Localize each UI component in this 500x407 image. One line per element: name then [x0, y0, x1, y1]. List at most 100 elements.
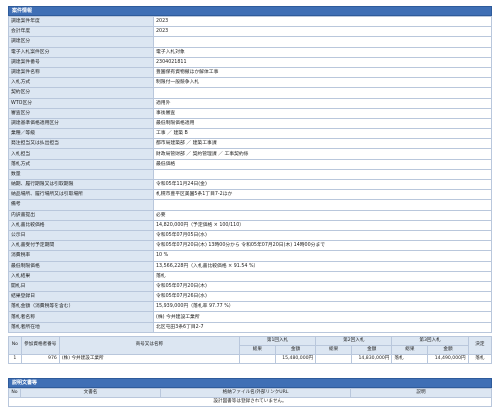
info-table: 調達案件年度 2023 会計年度 2023 調達区分 電子入札案件区分 電子入札対象 調達案件… [8, 15, 492, 333]
info-label: 入札書受付予定期間 [8, 240, 154, 252]
info-row: 契約区分 [8, 87, 492, 99]
info-value: 財政局管財部 ／ 契約管理課 ／ 工事契約係 [153, 148, 492, 160]
info-row: 入札書比較価格 14,820,000円（予定価格 × 100/110） [8, 219, 492, 231]
info-value: 令和05年07月05日(水) [153, 229, 492, 242]
info-label: 調達基準価格適用区分 [8, 117, 154, 130]
info-label: 落札者名称 [8, 311, 154, 323]
info-row: 入札結果 落札 [8, 270, 492, 282]
info-row: 数量 [8, 168, 492, 181]
docs-empty-message: 設計図書等は登録されていません。 [8, 396, 492, 407]
info-label: 備考 [8, 199, 154, 211]
info-row: 調達区分 [8, 36, 492, 48]
bid-results-table: No 参加資格者番号 商号又は名称 第1回入札 第2回入札 第3回入札 決定 総… [8, 335, 493, 364]
docs-col-no: No [8, 387, 21, 398]
info-row: 公示日 令和05年07月05日(水) [8, 229, 492, 242]
info-value: 都市局建築部 ／ 建築工事課 [153, 138, 492, 150]
info-value: 北区屯田3条6丁目2-7 [153, 321, 492, 333]
col-round-1: 第1回入札 [238, 335, 317, 346]
info-label: 開札日 [8, 280, 154, 293]
col-round-2-summary: 総果 [315, 344, 353, 355]
info-value: 豊園保有資物撤ほか解体工事 [153, 66, 492, 79]
info-row: 最低制限価格 13,566,228円（入札書比較価格 × 91.54 %） [8, 260, 492, 272]
info-label: 納期、履行期限又は引取期限 [8, 178, 154, 191]
info-label: 消費税率 [8, 250, 154, 262]
info-label: 入札結果 [8, 270, 154, 282]
col-round-3-amount: 金額 [427, 344, 469, 355]
info-row: 調達案件名称 豊園保有資物撤ほか解体工事 [8, 66, 492, 79]
info-label: 落札者所在地 [8, 321, 154, 333]
info-value [153, 87, 492, 99]
table-row: 1 976 (株) 今井建設工業所 15,480,000円 14,830,000… [8, 353, 493, 364]
info-row: 結果登録日 令和05年07月26日(水) [8, 291, 492, 303]
info-value: (株) 今井建設工業所 [153, 311, 492, 323]
info-value: 15,939,000円（落札率 97.77 %） [153, 301, 492, 313]
info-value: 2023 [153, 26, 492, 38]
info-value: 令和05年07月20日(木) [153, 280, 492, 293]
info-label: 最低制限価格 [8, 260, 154, 272]
col-registration-number: 参加資格者番号 [20, 335, 60, 355]
info-label: 納品場所、履行場所又は引取場所 [8, 189, 154, 201]
info-label: 結果登録日 [8, 291, 154, 303]
info-row: 入札書受付予定期間 令和05年07月20日(木) 13時00分から 令和05年07… [8, 240, 492, 252]
info-value: 最低価格 [153, 158, 492, 170]
row-round-1-amount: 15,480,000円 [274, 353, 317, 364]
docs-section-title: 説明文書等 [8, 377, 492, 388]
info-row: 入札担当 財政局管財部 ／ 契約管理課 ／ 工事契約係 [8, 148, 492, 160]
info-label: 業種／等級 [8, 128, 154, 140]
info-value: 工事 ／ 建築 B [153, 128, 492, 140]
row-round-2-amount: 14,830,000円 [351, 353, 393, 364]
col-company-name: 商号又は名称 [58, 335, 240, 355]
info-row: 納品場所、履行場所又は引取場所 札幌市豊平区美園5条1丁目7-2ほか [8, 189, 492, 201]
info-row: 調達案件番号 2304021811 [8, 56, 492, 68]
info-row: 落札方式 最低価格 [8, 158, 492, 170]
info-value: 札幌市豊平区美園5条1丁目7-2ほか [153, 189, 492, 201]
info-value [153, 168, 492, 181]
col-round-1-amount: 金額 [274, 344, 317, 355]
info-row: 電子入札案件区分 電子入札対象 [8, 46, 492, 58]
info-label: 契約区分 [8, 87, 154, 99]
info-value: 適用外 [153, 97, 492, 109]
docs-col-document-name: 文書名 [20, 387, 161, 398]
row-round-3-amount: 14,490,000円 [427, 353, 469, 364]
col-round-1-summary: 総果 [238, 344, 276, 355]
row-decision: 落札 [467, 353, 493, 364]
info-label: 調達案件番号 [8, 56, 154, 68]
info-value: 落札 [153, 270, 492, 282]
info-label: 会計年度 [8, 26, 154, 38]
info-label: 調達案件名称 [8, 66, 154, 79]
col-round-2-amount: 金額 [351, 344, 393, 355]
info-label: 内訳書提出 [8, 209, 154, 221]
info-value [153, 199, 492, 211]
info-value: 13,566,228円（入札書比較価格 × 91.54 %） [153, 260, 492, 272]
info-row: 落札金額（消費税等を含む） 15,939,000円（落札率 97.77 %） [8, 301, 492, 313]
info-label: 落札方式 [8, 158, 154, 170]
docs-col-description: 説明 [350, 387, 492, 398]
info-row: 入札方式 制限付一般競争入札 [8, 77, 492, 89]
info-row: 開札日 令和05年07月20日(木) [8, 280, 492, 293]
info-label: 発注担当又は払出担当 [8, 138, 154, 150]
info-label: 数量 [8, 168, 154, 181]
info-row: 落札者所在地 北区屯田3条6丁目2-7 [8, 321, 492, 333]
info-value: 事後審査 [153, 107, 492, 119]
info-value: 令和05年07月20日(木) 13時00分から 令和05年07月20日(木) 1… [153, 240, 492, 252]
info-value: 2023 [153, 15, 492, 28]
info-row: 調達基準価格適用区分 最低制限価格適用 [8, 117, 492, 130]
col-no: No [8, 335, 22, 355]
info-value: 電子入札対象 [153, 46, 492, 58]
info-label: 入札書比較価格 [8, 219, 154, 231]
info-value: 令和05年11月24日(金) [153, 178, 492, 191]
docs-empty-row: 設計図書等は登録されていません。 [8, 396, 492, 407]
info-row: 発注担当又は払出担当 都市局建築部 ／ 建築工事課 [8, 138, 492, 150]
info-row: 落札者名称 (株) 今井建設工業所 [8, 311, 492, 323]
info-value: 令和05年07月26日(水) [153, 291, 492, 303]
row-company-name: (株) 今井建設工業所 [58, 353, 240, 364]
info-label: 落札金額（消費税等を含む） [8, 301, 154, 313]
info-label: 入札方式 [8, 77, 154, 89]
info-row: WTO区分 適用外 [8, 97, 492, 109]
info-label: 入札担当 [8, 148, 154, 160]
info-label: 調達案件年度 [8, 15, 154, 28]
info-row: 納期、履行期限又は引取期限 令和05年11月24日(金) [8, 178, 492, 191]
docs-table: No 文書名 格納ファイル名/外部リンクURL 説明 設計図書等は登録されていま… [8, 387, 492, 407]
row-no: 1 [8, 353, 22, 364]
info-section-title: 案件情報 [8, 6, 492, 16]
